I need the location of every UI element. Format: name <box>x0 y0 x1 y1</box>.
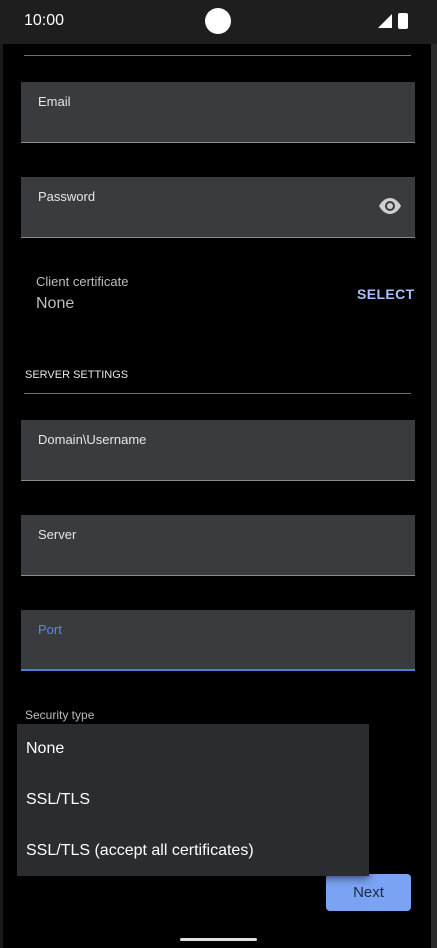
domain-username-field[interactable]: Domain\Username <box>21 420 415 481</box>
server-label: Server <box>38 527 77 542</box>
section-title: SERVER SETTINGS <box>25 369 129 381</box>
phone-edge-right <box>431 0 437 948</box>
port-label: Port <box>38 622 62 637</box>
port-field[interactable]: Port <box>21 610 415 671</box>
server-field[interactable]: Server <box>21 515 415 576</box>
camera-cutout <box>205 8 231 34</box>
eye-icon[interactable] <box>377 197 403 215</box>
client-certificate-label: Client certificate <box>36 274 129 289</box>
email-label: Email <box>38 94 71 109</box>
password-field[interactable]: Password <box>21 177 415 238</box>
email-field[interactable]: Email <box>21 82 415 143</box>
top-divider <box>24 55 411 56</box>
section-divider <box>24 393 411 394</box>
password-label: Password <box>38 189 96 204</box>
domain-username-label: Domain\Username <box>38 432 147 447</box>
dropdown-option-label: SSL/TLS (accept all certificates) <box>26 842 254 859</box>
signal-icon <box>378 14 392 28</box>
dropdown-option-label: SSL/TLS <box>26 791 91 808</box>
security-type-dropdown: None SSL/TLS SSL/TLS (accept all certifi… <box>17 724 369 876</box>
status-time: 10:00 <box>24 12 65 29</box>
dropdown-option-ssl-tls[interactable]: SSL/TLS <box>17 775 369 825</box>
next-button[interactable]: Next <box>326 874 411 911</box>
dropdown-option-none[interactable]: None <box>17 724 369 774</box>
home-indicator[interactable] <box>180 938 257 941</box>
security-type-label: Security type <box>25 708 95 722</box>
screen: 10:00 Email Password Client certificate … <box>0 0 437 948</box>
dropdown-option-ssl-tls-accept-all[interactable]: SSL/TLS (accept all certificates) <box>17 826 369 876</box>
battery-icon <box>398 13 408 29</box>
dropdown-option-label: None <box>26 740 65 757</box>
client-certificate-value: None <box>36 295 75 312</box>
phone-edge-left <box>0 0 3 948</box>
select-certificate-button[interactable]: SELECT <box>357 286 415 302</box>
status-bar: 10:00 <box>0 0 437 44</box>
